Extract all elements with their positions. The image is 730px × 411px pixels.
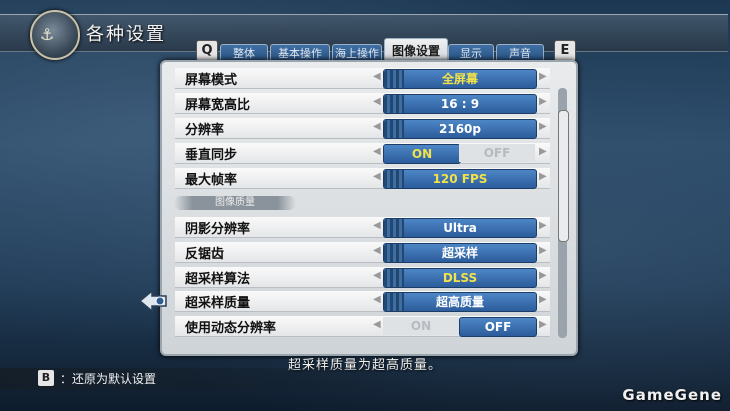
watermark: GameGene — [622, 386, 722, 404]
setting-row[interactable]: 分辨率 ◀ ▶ 2160p — [175, 118, 550, 139]
setting-row[interactable]: 屏幕模式 ◀ ▶ 全屏幕 — [175, 68, 550, 89]
right-arrow-icon[interactable]: ▶ — [539, 71, 547, 82]
left-arrow-icon[interactable]: ◀ — [373, 220, 381, 231]
setting-label: 反锯齿 — [185, 247, 225, 262]
setting-value: 超采样 — [441, 246, 478, 260]
setting-value: DLSS — [442, 271, 478, 285]
value-selector[interactable]: 16 : 9 — [383, 94, 537, 114]
anchor-emblem-icon: ⚓ — [30, 10, 80, 60]
selection-cursor-icon — [138, 289, 167, 313]
left-arrow-icon[interactable]: ◀ — [373, 96, 381, 107]
setting-label: 使用动态分辨率 — [185, 321, 277, 336]
left-arrow-icon[interactable]: ◀ — [373, 121, 381, 132]
setting-row[interactable]: 阴影分辨率 ◀ ▶ Ultra — [175, 217, 550, 238]
setting-value: 120 FPS — [432, 172, 488, 186]
on-off-toggle[interactable]: ON OFF — [383, 144, 535, 164]
left-arrow-icon[interactable]: ◀ — [373, 270, 381, 281]
setting-row[interactable]: 使用动态分辨率 ◀ ▶ ON OFF — [175, 316, 550, 337]
right-arrow-icon[interactable]: ▶ — [539, 96, 547, 107]
right-arrow-icon[interactable]: ▶ — [539, 220, 547, 231]
next-tab-key[interactable]: E — [554, 40, 576, 62]
page-title: 各种设置 — [86, 24, 166, 45]
setting-label: 最大帧率 — [185, 173, 238, 188]
left-arrow-icon[interactable]: ◀ — [373, 171, 381, 182]
right-arrow-icon[interactable]: ▶ — [539, 270, 547, 281]
toggle-off[interactable]: OFF — [459, 317, 537, 337]
right-arrow-icon[interactable]: ▶ — [539, 171, 547, 182]
right-arrow-icon[interactable]: ▶ — [539, 319, 547, 330]
left-arrow-icon[interactable]: ◀ — [373, 71, 381, 82]
value-selector[interactable]: 超采样 — [383, 243, 537, 263]
value-selector[interactable]: DLSS — [383, 268, 537, 288]
reset-key[interactable]: B — [38, 370, 54, 386]
prev-tab-key[interactable]: Q — [196, 40, 218, 62]
scrollbar-thumb[interactable] — [558, 110, 569, 242]
value-selector[interactable]: 120 FPS — [383, 169, 537, 189]
setting-label: 屏幕宽高比 — [185, 98, 251, 113]
setting-row[interactable]: 超采样质量 ◀ ▶ 超高质量 — [175, 291, 550, 312]
reset-hint: ：还原为默认设置 — [60, 372, 157, 386]
setting-row[interactable]: 超采样算法 ◀ ▶ DLSS — [175, 267, 550, 288]
left-arrow-icon[interactable]: ◀ — [373, 245, 381, 256]
setting-row[interactable]: 垂直同步 ◀ ▶ ON OFF — [175, 143, 550, 164]
right-arrow-icon[interactable]: ▶ — [539, 121, 547, 132]
value-selector[interactable]: 全屏幕 — [383, 69, 537, 89]
setting-value: 2160p — [439, 122, 481, 136]
setting-label: 分辨率 — [185, 123, 225, 138]
right-arrow-icon[interactable]: ▶ — [539, 294, 547, 305]
right-arrow-icon[interactable]: ▶ — [539, 245, 547, 256]
setting-label: 超采样质量 — [185, 296, 251, 311]
value-selector[interactable]: Ultra — [383, 218, 537, 238]
left-arrow-icon[interactable]: ◀ — [373, 319, 381, 330]
toggle-on[interactable]: ON — [383, 317, 459, 335]
setting-row[interactable]: 反锯齿 ◀ ▶ 超采样 — [175, 242, 550, 263]
setting-label: 阴影分辨率 — [185, 222, 251, 237]
setting-value: 16 : 9 — [440, 97, 480, 111]
right-arrow-icon[interactable]: ▶ — [539, 146, 547, 157]
value-selector[interactable]: 2160p — [383, 119, 537, 139]
setting-value: Ultra — [443, 221, 477, 235]
left-arrow-icon[interactable]: ◀ — [373, 146, 381, 157]
section-header: 图像质量 — [174, 196, 296, 210]
setting-value: 超高质量 — [435, 295, 484, 309]
setting-value: 全屏幕 — [441, 72, 478, 86]
setting-label: 超采样算法 — [185, 272, 251, 287]
value-selector[interactable]: 超高质量 — [383, 292, 537, 312]
toggle-on[interactable]: ON — [383, 144, 461, 164]
setting-label: 垂直同步 — [185, 148, 238, 163]
toggle-off[interactable]: OFF — [459, 144, 535, 162]
setting-row[interactable]: 屏幕宽高比 ◀ ▶ 16 : 9 — [175, 93, 550, 114]
left-arrow-icon[interactable]: ◀ — [373, 294, 381, 305]
setting-row[interactable]: 最大帧率 ◀ ▶ 120 FPS — [175, 168, 550, 189]
setting-label: 屏幕模式 — [185, 73, 238, 88]
on-off-toggle[interactable]: ON OFF — [383, 317, 537, 337]
